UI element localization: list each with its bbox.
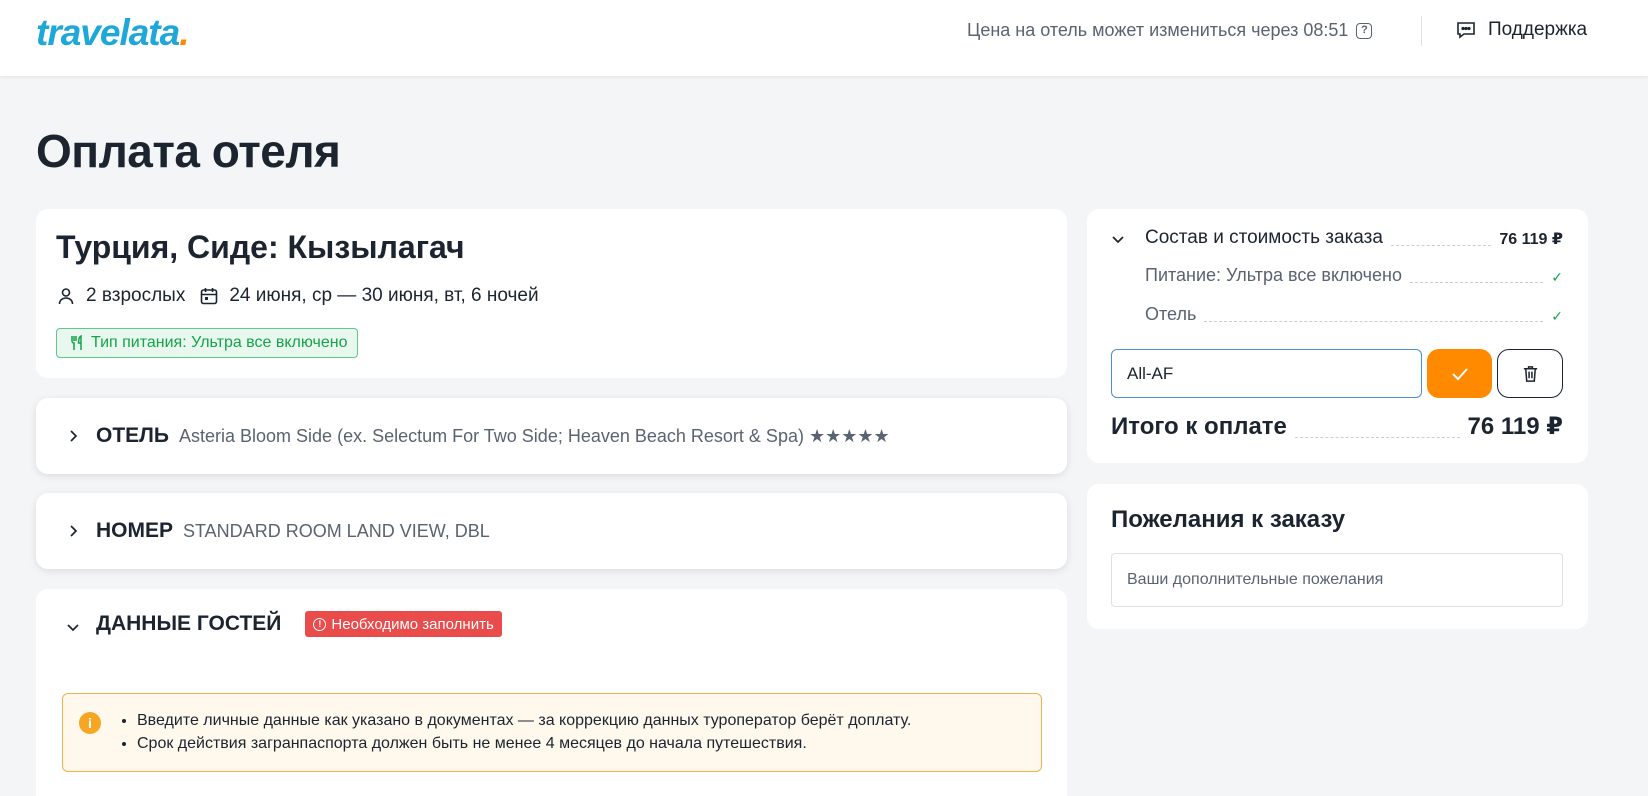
- meal-badge-label: Тип питания: Ультра все включено: [91, 334, 348, 351]
- total-row: Итого к оплате 76 119 ₽: [1111, 412, 1563, 441]
- delete-promo-button[interactable]: [1497, 349, 1563, 398]
- meal-badge: Тип питания: Ультра все включено: [56, 328, 359, 358]
- trip-meta: 2 взрослых 24 июня, ср — 30 июня, вт, 6 …: [56, 285, 539, 307]
- summary-title: Состав и стоимость заказа: [1145, 227, 1383, 248]
- summary-price: 76 119 ₽: [1499, 231, 1563, 248]
- chevron-right-icon[interactable]: [66, 429, 80, 443]
- room-section[interactable]: НОМЕР STANDARD ROOM LAND VIEW, DBL: [36, 493, 1067, 569]
- summary-item-hotel: Отель ✓: [1145, 304, 1563, 324]
- page-title: Оплата отеля: [36, 125, 341, 177]
- support-label: Поддержка: [1488, 19, 1588, 40]
- chevron-down-icon[interactable]: [66, 620, 80, 634]
- trash-icon: [1523, 366, 1537, 382]
- question-icon[interactable]: ?: [1356, 22, 1373, 39]
- header: travelata. Цена на отель может изменитьс…: [0, 0, 1648, 76]
- required-badge: ! Необходимо заполнить: [305, 611, 502, 637]
- hotel-name: Asteria Bloom Side (ex. Selectum For Two…: [179, 425, 890, 446]
- promo-code-input[interactable]: [1111, 349, 1422, 398]
- wishes-title: Пожелания к заказу: [1111, 506, 1346, 533]
- room-label: НОМЕР: [96, 519, 174, 542]
- guests-label: ДАННЫЕ ГОСТЕЙ: [96, 612, 282, 635]
- info-icon: i: [79, 712, 101, 734]
- trip-dates: 24 июня, ср — 30 июня, вт, 6 ночей: [229, 285, 539, 306]
- trip-title: Турция, Сиде: Кызылагач: [56, 229, 465, 265]
- check-icon: [1451, 367, 1468, 380]
- guests-header[interactable]: ДАННЫЕ ГОСТЕЙ ! Необходимо заполнить: [66, 611, 502, 637]
- apply-promo-button[interactable]: [1427, 349, 1492, 398]
- trip-card: Турция, Сиде: Кызылагач 2 взрослых 24 ию…: [36, 209, 1067, 378]
- fork-knife-icon: [71, 335, 82, 350]
- summary-item-meal: Питание: Ультра все включено ✓: [1145, 265, 1563, 285]
- user-icon: [58, 288, 74, 305]
- check-icon: ✓: [1551, 269, 1563, 285]
- summary-header[interactable]: Состав и стоимость заказа 76 119 ₽: [1111, 227, 1563, 249]
- total-label: Итого к оплате: [1111, 413, 1287, 440]
- support-button[interactable]: Поддержка: [1456, 19, 1587, 41]
- travelata-logo[interactable]: travelata.: [36, 12, 190, 54]
- notice-item: Срок действия загранпаспорта должен быть…: [137, 732, 911, 755]
- total-value: 76 119 ₽: [1467, 413, 1563, 440]
- alert-icon: !: [313, 617, 327, 631]
- calendar-icon: [201, 288, 218, 305]
- guests-section: ДАННЫЕ ГОСТЕЙ ! Необходимо заполнить i В…: [36, 589, 1067, 796]
- order-summary: Состав и стоимость заказа 76 119 ₽ Питан…: [1087, 209, 1588, 463]
- hotel-label: ОТЕЛЬ: [96, 424, 169, 447]
- hotel-section[interactable]: ОТЕЛЬ Asteria Bloom Side (ex. Selectum F…: [36, 398, 1067, 474]
- chat-icon: [1457, 22, 1475, 39]
- price-timer: Цена на отель может измениться через 08:…: [967, 20, 1373, 41]
- notice-item: Введите личные данные как указано в доку…: [137, 709, 911, 732]
- guests-notice: i Введите личные данные как указано в до…: [62, 693, 1042, 772]
- room-name: STANDARD ROOM LAND VIEW, DBL: [183, 520, 490, 541]
- wishes-card: Пожелания к заказу: [1087, 484, 1588, 629]
- timer-text: Цена на отель может измениться через 08:…: [967, 20, 1349, 40]
- check-icon: ✓: [1551, 308, 1563, 324]
- wishes-input[interactable]: [1111, 553, 1563, 607]
- chevron-right-icon[interactable]: [66, 524, 80, 538]
- chevron-down-icon[interactable]: [1111, 232, 1125, 246]
- guests-count: 2 взрослых: [86, 285, 186, 306]
- header-divider: [1421, 16, 1422, 46]
